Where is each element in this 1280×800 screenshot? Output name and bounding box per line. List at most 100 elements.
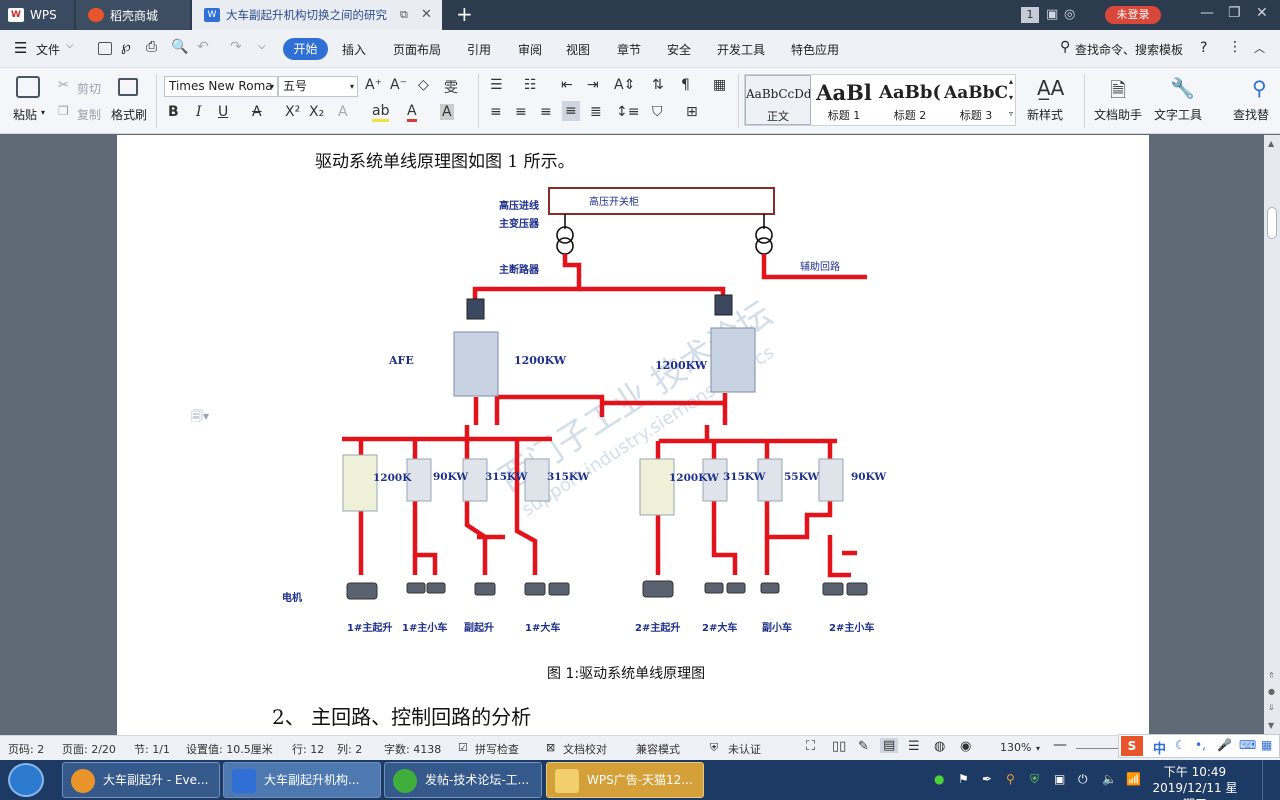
align-left-icon[interactable]: ≡ [490, 104, 502, 120]
system-clock[interactable]: 下午 10:49 2019/12/11 星期三 [1152, 764, 1238, 800]
punctuation-icon[interactable]: •, [1195, 738, 1206, 752]
taskbar-item-everything[interactable]: 大车副起升 - Eve... [62, 762, 220, 798]
more-options-icon[interactable]: ⋮ [1228, 39, 1242, 55]
doc-proof-button[interactable]: 文档校对 [563, 741, 607, 757]
phonetic-guide-icon[interactable]: 雯 [444, 77, 458, 97]
styles-scroll-down-icon[interactable]: ▾ [1009, 93, 1013, 102]
menu-tab-references[interactable]: 引用 [467, 41, 491, 58]
style-heading-3[interactable]: AaBbC 标题 3 [943, 75, 1009, 125]
ime-menu-icon[interactable]: ▦ [1261, 738, 1272, 752]
decrease-indent-icon[interactable]: ⇤ [561, 77, 573, 93]
taskbar-item-wps-ad[interactable]: WPS广告-天猫12... [546, 762, 704, 798]
style-heading-2[interactable]: AaBb( 标题 2 [877, 75, 943, 125]
scroll-down-icon[interactable]: ▼ [1268, 721, 1274, 730]
table-grid-icon[interactable]: ▦ [713, 77, 726, 93]
tray-flag-icon[interactable]: ⚑ [958, 772, 969, 786]
format-painter-button[interactable]: 格式刷 [111, 106, 147, 123]
text-effect-icon[interactable]: A [338, 104, 348, 120]
web-view-icon[interactable]: ◍ [934, 739, 945, 754]
zoom-slider-track[interactable] [1076, 748, 1120, 749]
skin-icon[interactable]: ▣ [1046, 7, 1058, 22]
find-icon[interactable]: ⚲ [1252, 76, 1267, 100]
align-center-icon[interactable]: ≡ [515, 104, 527, 120]
menu-tab-review[interactable]: 审阅 [518, 41, 542, 58]
status-setting[interactable]: 设置值: 10.5厘米 [186, 741, 273, 757]
text-direction-icon[interactable]: A⇕ [614, 77, 635, 93]
doc-assistant-button[interactable]: 文档助手 [1094, 106, 1142, 123]
tab-document[interactable]: W 大车副起升机构切换之间的研究 ⧉ ✕ [192, 0, 442, 30]
status-section[interactable]: 节: 1/1 [134, 741, 170, 757]
clipboard-paste-icon[interactable] [16, 76, 40, 98]
zoom-level[interactable]: 130% [1000, 741, 1031, 754]
paste-button[interactable]: 粘贴 [13, 106, 37, 123]
font-size-select[interactable]: 五号 ▾ [278, 76, 358, 97]
show-desktop-button[interactable] [1262, 760, 1280, 800]
taskbar-item-wps-writer[interactable]: 大车副起升机构... [223, 762, 381, 798]
status-page-code[interactable]: 页码: 2 [8, 741, 44, 757]
close-tab-icon[interactable]: ✕ [421, 7, 432, 22]
zoom-dropdown-icon[interactable]: ▾ [1036, 744, 1040, 753]
undo-icon[interactable]: ↶ [197, 39, 209, 55]
zoom-out-icon[interactable]: — [1053, 737, 1067, 753]
shrink-font-icon[interactable]: A⁻ [390, 77, 407, 93]
menu-tab-layout[interactable]: 页面布局 [393, 41, 441, 58]
sync-icon[interactable]: ◎ [1064, 7, 1075, 22]
file-dropdown-icon[interactable]: ⌵ [66, 40, 74, 51]
menu-file[interactable]: 文件 [36, 41, 60, 58]
align-right-icon[interactable]: ≡ [540, 104, 552, 120]
tab-docer-store[interactable]: 稻壳商城 [76, 0, 190, 30]
line-spacing-icon[interactable]: ↕≡ [616, 104, 639, 120]
taskbar-item-browser[interactable]: 发帖-技术论坛-工... [384, 762, 542, 798]
style-normal[interactable]: AaBbCcDd 正文 [745, 75, 811, 125]
text-tools-button[interactable]: 文字工具 [1154, 106, 1202, 123]
start-button[interactable] [8, 763, 44, 797]
window-count-badge[interactable]: 1 [1021, 7, 1039, 23]
font-name-select[interactable]: Times New Roma ▾ [164, 76, 278, 97]
close-window-icon[interactable]: ✕ [1256, 5, 1268, 21]
cut-button[interactable]: 剪切 [77, 80, 101, 97]
bullets-icon[interactable]: ☰ [490, 77, 503, 93]
tray-green-icon[interactable]: ● [934, 772, 944, 786]
tray-pen-icon[interactable]: ✒ [982, 772, 992, 786]
restore-tab-icon[interactable]: ⧉ [400, 8, 408, 22]
menu-tab-chapter[interactable]: 章节 [617, 41, 641, 58]
sort-icon[interactable]: ⇅ [652, 77, 664, 93]
new-tab-button[interactable]: + [456, 4, 473, 24]
styles-scroll-up-icon[interactable]: ▴ [1009, 77, 1013, 86]
fullscreen-icon[interactable]: ⛶ [806, 739, 815, 754]
justify-icon[interactable]: ≡ [562, 101, 580, 121]
bold-icon[interactable]: B [168, 104, 179, 120]
show-marks-icon[interactable]: ¶ [681, 77, 690, 93]
ime-toolbar[interactable]: S 中 ☾ •, 🎤 ⌨ ▦ [1118, 734, 1280, 758]
page-view-icon[interactable]: ▤ [880, 738, 899, 753]
login-button[interactable]: 未登录 [1105, 6, 1161, 24]
doc-assistant-icon[interactable]: 🗎 [1110, 76, 1126, 110]
menu-tab-security[interactable]: 安全 [667, 41, 691, 58]
outline-view-icon[interactable]: ☰ [908, 739, 920, 754]
menu-hamburger-icon[interactable]: ☰ [14, 39, 27, 57]
status-word-count[interactable]: 字数: 4138 [384, 741, 441, 757]
moon-icon[interactable]: ☾ [1175, 738, 1186, 752]
ime-mode-label[interactable]: 中 [1153, 738, 1166, 757]
format-painter-icon[interactable] [118, 78, 138, 96]
menu-tab-view[interactable]: 视图 [566, 41, 590, 58]
cut-icon[interactable]: ✂ [58, 78, 69, 93]
prev-page-icon[interactable]: ⇑ [1268, 671, 1275, 680]
paste-dropdown-icon[interactable]: ▾ [41, 108, 45, 117]
new-style-button[interactable]: 新样式 [1027, 106, 1063, 123]
eye-protect-icon[interactable]: ◉ [960, 739, 971, 754]
italic-icon[interactable]: I [196, 104, 202, 120]
underline-icon[interactable]: U [218, 104, 228, 120]
scrollbar-thumb[interactable] [1267, 207, 1277, 239]
save-icon[interactable] [98, 42, 112, 55]
microphone-icon[interactable]: 🎤 [1217, 738, 1232, 752]
edit-mode-icon[interactable]: ✎ [858, 739, 869, 754]
superscript-icon[interactable]: X² [285, 104, 300, 120]
scroll-up-icon[interactable]: ▲ [1268, 139, 1274, 148]
command-search[interactable]: 查找命令、搜索模板 [1075, 41, 1183, 58]
numbering-icon[interactable]: ☷ [524, 77, 537, 93]
menu-tab-start[interactable]: 开始 [283, 38, 328, 60]
tray-power-icon[interactable]: ⏻ [1078, 772, 1088, 787]
find-replace-button[interactable]: 查找替 [1233, 106, 1269, 123]
document-page[interactable]: 驱动系统单线原理图如图 1 所示。 🗐▾ 西门子工业 技术论坛 support.… [117, 135, 1149, 735]
